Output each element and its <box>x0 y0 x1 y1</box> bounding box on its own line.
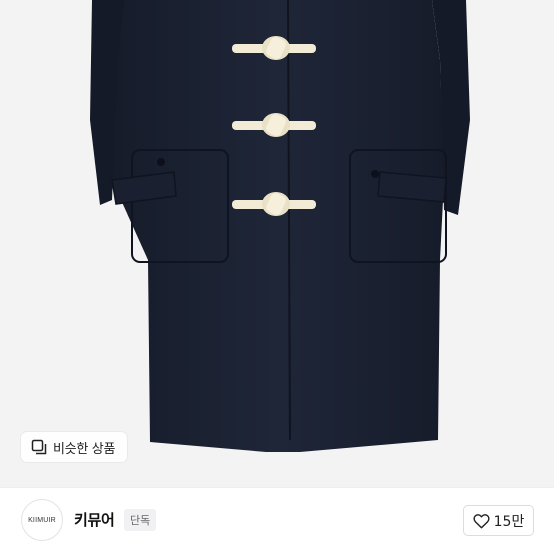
exclusive-badge: 단독 <box>124 509 157 531</box>
like-button[interactable]: 15만 <box>463 505 534 536</box>
similar-products-icon <box>31 439 47 455</box>
brand-logo-text: KIIMUIR <box>28 516 56 524</box>
brand-logo[interactable]: KIIMUIR <box>21 499 63 541</box>
product-image[interactable] <box>0 0 554 487</box>
heart-outline-icon <box>473 513 490 528</box>
duffle-coat-illustration <box>90 0 470 452</box>
similar-products-label: 비슷한 상품 <box>53 441 116 457</box>
similar-products-button[interactable]: 비슷한 상품 <box>21 432 128 462</box>
product-page: 비슷한 상품 KIIMUIR 키뮤어 단독 15만 <box>0 0 554 554</box>
like-count: 15만 <box>493 513 525 530</box>
brand-name[interactable]: 키뮤어 <box>74 509 115 530</box>
